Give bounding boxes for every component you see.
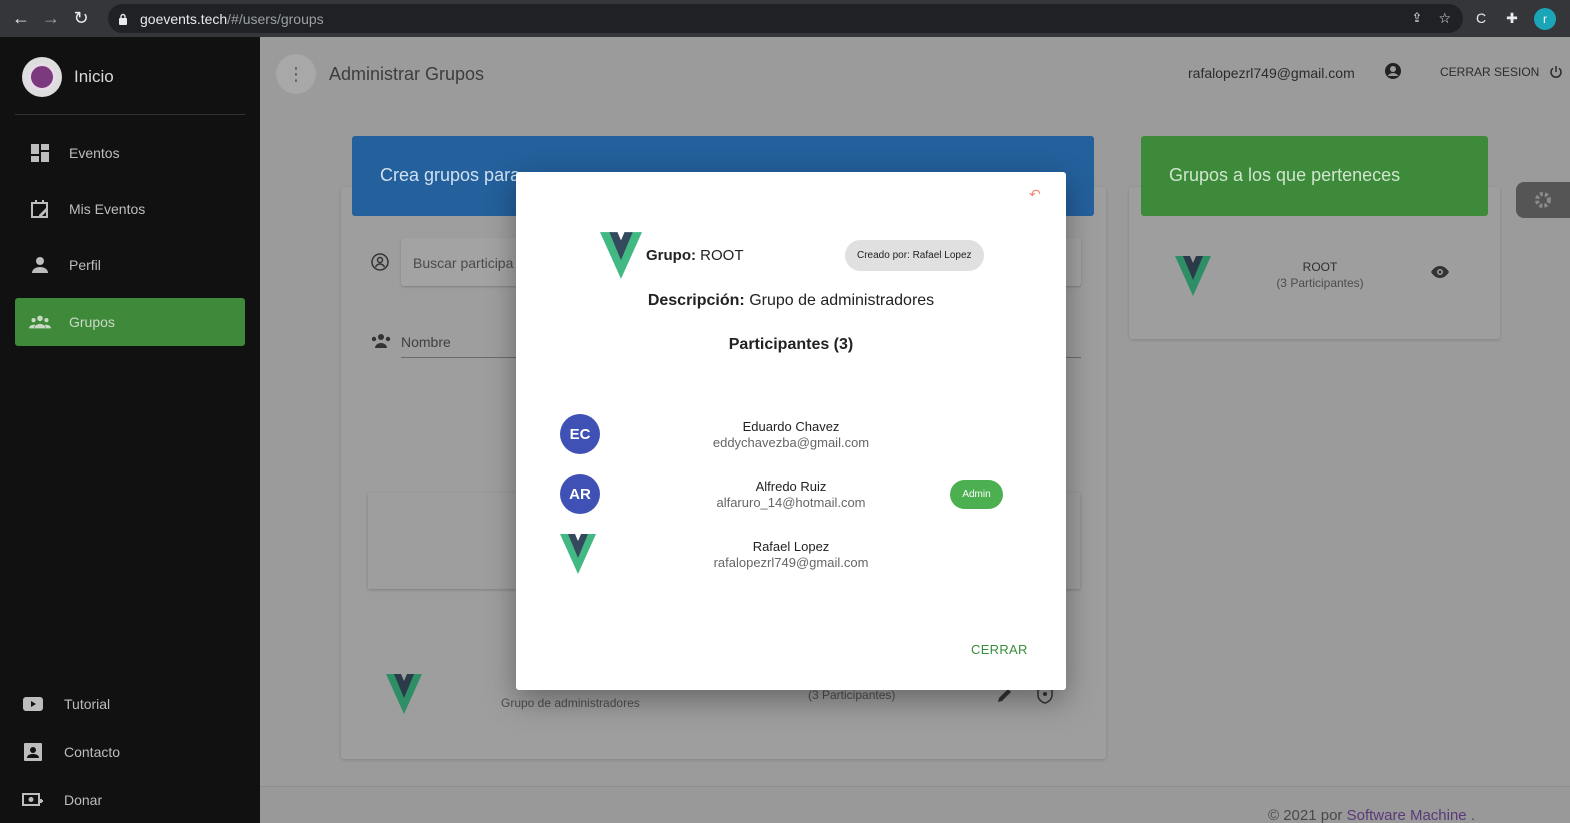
logout-label: CERRAR SESION xyxy=(1440,65,1540,79)
groups-icon xyxy=(371,334,391,348)
donate-icon xyxy=(22,790,44,810)
my-groups-banner: Grupos a los que perteneces xyxy=(1141,136,1488,216)
vue-logo-icon xyxy=(600,232,642,279)
app-logo xyxy=(22,57,62,97)
bookmark-star-icon[interactable]: ☆ xyxy=(1438,10,1451,27)
participant-row: EC Eduardo Chavez eddychavezba@gmail.com xyxy=(516,414,1066,454)
vue-logo-icon xyxy=(1175,256,1211,296)
profile-avatar[interactable]: r xyxy=(1534,8,1556,30)
share-icon[interactable]: ⇪ xyxy=(1412,10,1423,27)
sidebar-item-label: Mis Eventos xyxy=(69,201,146,217)
contact-card-icon xyxy=(22,742,44,762)
sidebar-item-perfil[interactable]: Perfil xyxy=(15,241,245,289)
footer-link[interactable]: Software Machine xyxy=(1347,807,1467,823)
my-group-count: (3 Participantes) xyxy=(1276,276,1364,290)
calendar-edit-icon xyxy=(29,198,51,220)
sidebar-item-label: Contacto xyxy=(64,744,121,760)
account-circle-icon[interactable] xyxy=(1384,62,1402,80)
sidebar-item-label: Grupos xyxy=(69,314,115,330)
footer-suffix: . xyxy=(1466,807,1475,823)
participant-info: Alfredo Ruiz alfaruro_14@hotmail.com xyxy=(666,479,916,511)
group-row-description: Grupo de administradores xyxy=(501,696,640,710)
participant-row: Rafael Lopez rafalopezrl749@gmail.com xyxy=(516,534,1066,574)
footer-prefix: © 2021 por xyxy=(1267,807,1347,823)
user-email: rafalopezrl749@gmail.com xyxy=(1188,65,1355,81)
vue-logo-icon xyxy=(560,534,596,574)
participants-title: Participantes (3) xyxy=(728,336,854,353)
url-host: goevents.tech xyxy=(140,10,228,27)
description-label: Descripción: xyxy=(647,292,745,309)
address-bar[interactable]: goevents.tech/#/users/groups ⇪ ☆ xyxy=(108,4,1463,33)
participant-email: eddychavezba@gmail.com xyxy=(712,435,870,450)
create-group-banner-text: Crea grupos para xyxy=(380,165,521,185)
sidebar-item-label: Tutorial xyxy=(64,696,111,712)
close-dialog-button[interactable]: CERRAR xyxy=(971,642,1028,657)
puzzle-icon[interactable]: ✚ xyxy=(1501,7,1523,29)
dialog-group-title: Grupo: ROOT xyxy=(646,247,744,264)
group-label: Grupo: xyxy=(646,247,696,264)
group-name: ROOT xyxy=(700,247,744,264)
sidebar-item-label: Perfil xyxy=(69,257,101,273)
participant-row: AR Alfredo Ruiz alfaruro_14@hotmail.com … xyxy=(516,474,1066,514)
youtube-icon xyxy=(22,694,44,714)
account-search-icon xyxy=(371,253,389,271)
forward-icon[interactable]: → xyxy=(36,4,66,34)
my-group-name: ROOT xyxy=(1302,260,1338,274)
undo-icon[interactable]: ↶ xyxy=(1029,186,1045,202)
sidebar: Inicio Eventos Mis Eventos Perfil Grupos… xyxy=(0,37,260,823)
more-vert-icon[interactable]: ⋮ xyxy=(276,54,316,94)
vue-logo-icon xyxy=(386,674,422,714)
sidebar-item-tutorial[interactable]: Tutorial xyxy=(22,694,110,714)
gear-icon xyxy=(1535,192,1551,208)
participant-email: alfaruro_14@hotmail.com xyxy=(716,495,866,510)
url-path: /#/users/groups xyxy=(227,10,324,27)
group-details-dialog: ↶ Grupo: ROOT Creado por: Rafael Lopez D… xyxy=(516,172,1066,690)
eye-icon[interactable] xyxy=(1430,265,1450,279)
participant-name: Alfredo Ruiz xyxy=(755,479,827,494)
logout-button[interactable]: CERRAR SESION xyxy=(1440,65,1563,79)
participant-info: Rafael Lopez rafalopezrl749@gmail.com xyxy=(666,539,916,571)
footer: © 2021 por Software Machine . xyxy=(260,786,1570,823)
settings-gear-button[interactable] xyxy=(1516,182,1570,218)
group-row-participants: (3 Participantes) xyxy=(808,688,896,702)
dialog-description: Descripción: Grupo de administradores xyxy=(516,292,1066,310)
my-group-item: ROOT (3 Participantes) xyxy=(1245,259,1395,291)
admin-badge[interactable]: Admin xyxy=(950,480,1003,509)
groups-icon xyxy=(29,311,51,333)
my-groups-title: Grupos a los que perteneces xyxy=(1169,165,1401,185)
power-icon xyxy=(1550,66,1563,78)
lock-icon xyxy=(119,13,127,25)
brand-home-link[interactable]: Inicio xyxy=(22,57,114,97)
sidebar-item-donar[interactable]: Donar xyxy=(22,790,102,810)
page-title: Administrar Grupos xyxy=(329,64,485,84)
creator-chip: Creado por: Rafael Lopez xyxy=(845,240,984,271)
browser-toolbar: ← → ↻ goevents.tech/#/users/groups ⇪ ☆ C… xyxy=(0,0,1570,37)
sidebar-item-grupos[interactable]: Grupos xyxy=(15,298,245,346)
participant-email: rafalopezrl749@gmail.com xyxy=(713,555,869,570)
description-text: Grupo de administradores xyxy=(749,292,935,309)
sidebar-item-label: Eventos xyxy=(69,145,120,161)
sidebar-item-mis-eventos[interactable]: Mis Eventos xyxy=(15,185,245,233)
back-icon[interactable]: ← xyxy=(6,4,36,34)
sidebar-divider xyxy=(15,114,245,115)
dashboard-icon xyxy=(29,142,51,164)
person-icon xyxy=(29,254,51,276)
sidebar-item-eventos[interactable]: Eventos xyxy=(15,129,245,177)
footer-copyright: © 2021 por Software Machine . xyxy=(1268,807,1475,823)
participant-info: Eduardo Chavez eddychavezba@gmail.com xyxy=(666,419,916,451)
sidebar-item-label: Donar xyxy=(64,792,103,808)
reload-icon[interactable]: ↻ xyxy=(66,4,96,34)
avatar: AR xyxy=(560,474,600,514)
avatar: EC xyxy=(560,414,600,454)
brand-label: Inicio xyxy=(74,67,114,86)
extension-icon[interactable]: C xyxy=(1470,7,1492,29)
sidebar-item-contacto[interactable]: Contacto xyxy=(22,742,120,762)
participant-name: Eduardo Chavez xyxy=(742,419,840,434)
participant-name: Rafael Lopez xyxy=(752,539,830,554)
